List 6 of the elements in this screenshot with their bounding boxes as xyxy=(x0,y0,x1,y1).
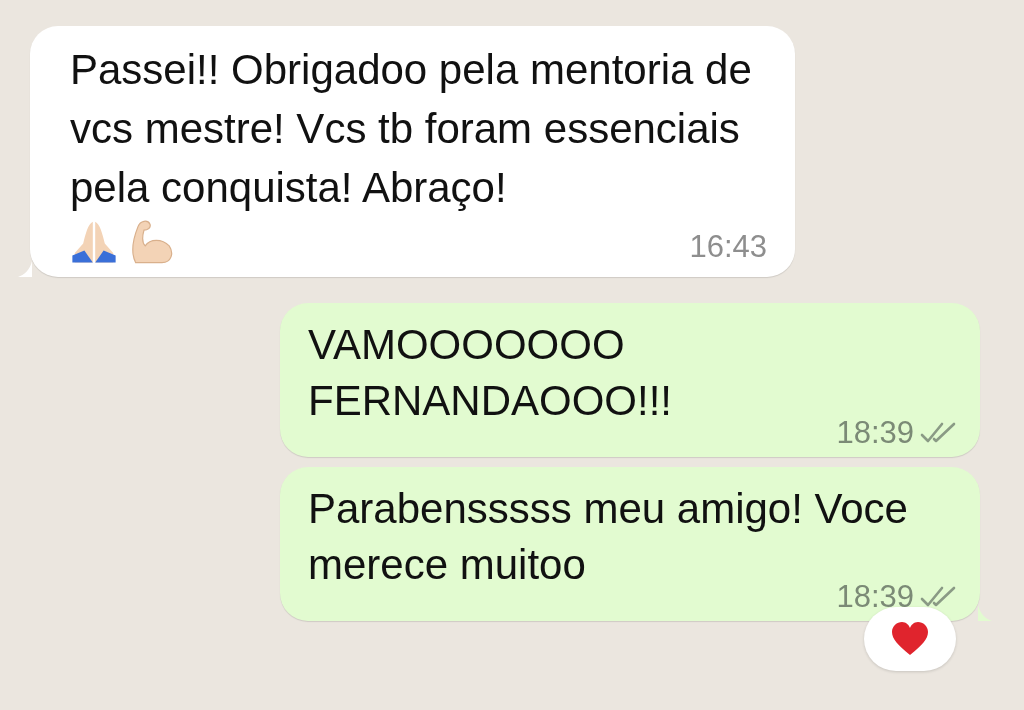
reaction-badge[interactable] xyxy=(864,607,956,671)
message-time: 18:39 xyxy=(836,415,914,451)
message-time: 16:43 xyxy=(689,229,767,265)
message-text: VAMOOOOOOO FERNANDAOOO!!! xyxy=(308,320,674,426)
heart-icon xyxy=(890,621,930,657)
message-text: Passei!! Obrigadoo pela mentoria de vcs mestre! Vcs tb foram essenciais pela conquista! Abraço! xyxy=(70,45,753,213)
